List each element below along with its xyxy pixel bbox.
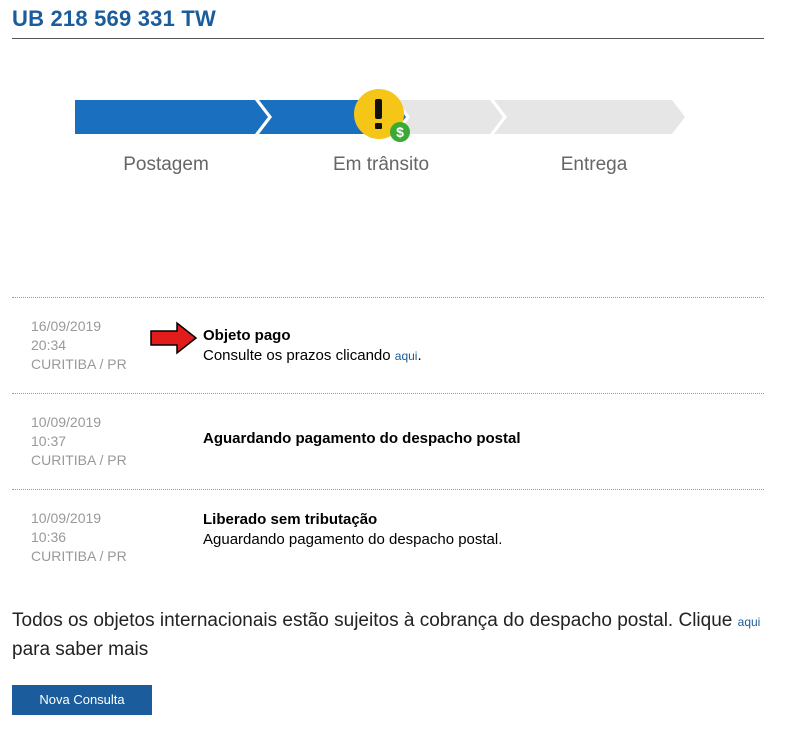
event-row: 10/09/2019 10:37 CURITIBA / PR Aguardand… (12, 393, 764, 489)
event-location: CURITIBA / PR (31, 548, 127, 564)
customs-notice: Todos os objetos internacionais estão su… (12, 610, 761, 660)
red-arrow-icon (150, 321, 198, 355)
stage-label-entrega: Entrega (560, 154, 628, 175)
event-location: CURITIBA / PR (31, 452, 127, 468)
event-title: Aguardando pagamento do despacho postal (203, 430, 521, 447)
event-meta: 10/09/2019 10:37 CURITIBA / PR (31, 413, 127, 470)
stage-label-em-transito: Em trânsito (332, 154, 430, 175)
event-body: Objeto pago Consulte os prazos clicando … (203, 326, 422, 366)
event-time: 10:36 (31, 529, 67, 545)
event-description: Aguardando pagamento do despacho postal. (203, 531, 503, 548)
event-location: CURITIBA / PR (31, 356, 127, 372)
stage-label-postagem: Postagem (123, 154, 209, 175)
event-body: Liberado sem tributação Aguardando pagam… (203, 510, 502, 550)
warning-money-icon: $ (354, 89, 410, 142)
event-time: 10:37 (31, 433, 67, 449)
event-row: 10/09/2019 10:36 CURITIBA / PR Liberado … (12, 489, 764, 585)
progress-tracker: $ Postagem Em trânsito Entrega (0, 0, 790, 200)
saber-mais-link[interactable]: aqui (738, 615, 761, 629)
event-time: 20:34 (31, 337, 67, 353)
event-row: 16/09/2019 20:34 CURITIBA / PR Objeto pa… (12, 297, 764, 393)
event-description: Consulte os prazos clicando aqui. (203, 347, 422, 364)
event-meta: 16/09/2019 20:34 CURITIBA / PR (31, 317, 127, 374)
stage-segment-entrega (494, 100, 685, 134)
event-date: 16/09/2019 (31, 318, 102, 334)
event-date: 10/09/2019 (31, 510, 102, 526)
event-body: Aguardando pagamento do despacho postal (203, 429, 521, 449)
nova-consulta-button[interactable]: Nova Consulta (12, 685, 152, 715)
event-title: Liberado sem tributação (203, 511, 378, 528)
stage-segment-transito-rest (397, 100, 503, 134)
prazos-link[interactable]: aqui (395, 349, 418, 363)
event-meta: 10/09/2019 10:36 CURITIBA / PR (31, 509, 127, 566)
event-title: Objeto pago (203, 327, 291, 344)
stage-segment-postagem (75, 100, 268, 134)
svg-text:$: $ (396, 124, 404, 140)
event-list: 16/09/2019 20:34 CURITIBA / PR Objeto pa… (12, 297, 764, 585)
event-date: 10/09/2019 (31, 414, 102, 430)
